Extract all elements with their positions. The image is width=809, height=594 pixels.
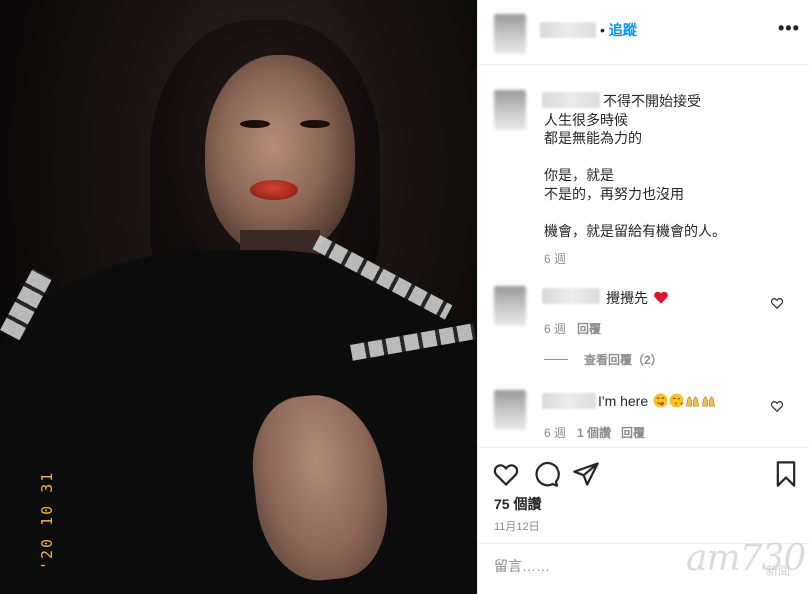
comment-2-username[interactable] xyxy=(542,393,596,409)
photo-lips xyxy=(250,180,298,200)
caption-age[interactable]: 6 週 xyxy=(544,250,566,267)
post-side-panel: • 追蹤 ••• 不得不開始接受 人生很多時候 都是無能為力的 你是，就是 不是的… xyxy=(477,0,809,594)
like-comment-2-heart-icon[interactable] xyxy=(770,399,784,413)
comment-1-age[interactable]: 6 週 xyxy=(544,320,566,337)
comment-2-text: I'm here xyxy=(598,393,649,409)
photo-sweater xyxy=(0,250,477,594)
comment-1-reply-button[interactable]: 回覆 xyxy=(577,320,601,337)
post-photo[interactable]: '20 10 31 xyxy=(0,0,477,594)
comment-2-age[interactable]: 6 週 xyxy=(544,424,566,441)
comment-2: I'm here xyxy=(598,393,716,409)
am730-watermark-sub: 新聞 xyxy=(766,564,791,578)
face-savoring-food-icon xyxy=(653,393,668,408)
face-blowing-kiss-icon xyxy=(669,393,684,408)
photo-eye-right xyxy=(300,120,330,128)
save-bookmark-icon[interactable] xyxy=(772,460,800,488)
comment-bubble-icon[interactable] xyxy=(532,460,560,488)
follow-link[interactable]: • 追蹤 xyxy=(600,20,637,40)
likes-count[interactable]: 75 個讚 xyxy=(494,494,541,514)
more-options-icon[interactable]: ••• xyxy=(778,18,800,39)
author-avatar[interactable] xyxy=(494,14,526,54)
view-replies-label: 查看回覆（2） xyxy=(584,353,663,367)
photo-face xyxy=(205,55,355,255)
view-replies-line xyxy=(544,359,568,360)
comment-1-username[interactable] xyxy=(542,288,600,304)
like-comment-1-heart-icon[interactable] xyxy=(770,296,784,310)
post-date[interactable]: 11月12日 xyxy=(494,518,540,534)
comment-2-reply-button[interactable]: 回覆 xyxy=(621,424,645,441)
photo-date-stamp: '20 10 31 xyxy=(38,470,56,570)
red-heart-icon xyxy=(654,291,668,304)
view-replies-button[interactable]: 查看回覆（2） xyxy=(544,351,663,368)
follow-label: 追蹤 xyxy=(608,22,637,38)
comment-1-text: 攪攪先 xyxy=(606,290,648,306)
comment-1: 攪攪先 xyxy=(606,288,669,308)
comment-1-avatar[interactable] xyxy=(494,286,526,326)
like-heart-icon[interactable] xyxy=(492,460,520,488)
follow-separator: • xyxy=(600,22,605,38)
raising-hands-icon xyxy=(686,396,699,407)
comment-2-likes[interactable]: 1 個讚 xyxy=(577,424,611,441)
caption-author-avatar[interactable] xyxy=(494,90,526,130)
caption-text: 不得不開始接受 人生很多時候 都是無能為力的 你是，就是 不是的，再努力也沒用 … xyxy=(544,93,726,239)
comment-2-avatar[interactable] xyxy=(494,390,526,430)
post-header: • 追蹤 ••• xyxy=(478,0,809,65)
comment-input[interactable] xyxy=(494,558,694,574)
author-username[interactable] xyxy=(540,22,596,38)
photo-eye-left xyxy=(240,120,270,128)
raising-hands-icon xyxy=(702,396,715,407)
share-paper-plane-icon[interactable] xyxy=(572,460,600,488)
